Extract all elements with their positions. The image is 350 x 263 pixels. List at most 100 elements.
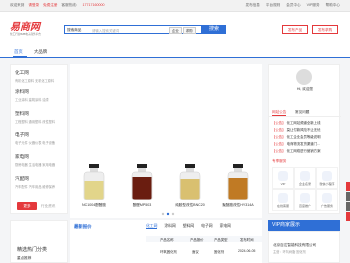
category-sidebar: 化工网 有机化工原料 无机化工原料 涂料网 工业涂料 建筑涂料 油漆 塑料网 工… bbox=[10, 64, 68, 214]
list-item[interactable]: 【公告】化工企业会员等级说明 bbox=[272, 134, 320, 141]
service-vip[interactable]: VIP bbox=[272, 167, 294, 189]
news-title: 化工企业会员等级说明 bbox=[286, 135, 321, 139]
vip-showcase[interactable]: 北京百达智能科技有限公司 主营：环氧树脂 固化剂 bbox=[268, 231, 340, 263]
quote-tab[interactable]: 塑料网 bbox=[183, 224, 194, 228]
search-tab-company[interactable]: 企业 bbox=[169, 27, 182, 34]
news-tag: 【公告】 bbox=[272, 135, 286, 139]
column-header: 产品名称 bbox=[160, 238, 174, 242]
float-feedback-button[interactable] bbox=[346, 202, 350, 211]
category-auto[interactable]: 汽配网 汽车配件 汽车用品 维修保养 bbox=[15, 176, 55, 189]
search-input[interactable]: 请输入搜索关键词 bbox=[92, 28, 119, 33]
latest-quotes: 最新报价 化工网 涂料网 塑料网 电子网 家电网 产品名称 产品报价 产品类型 发布时间… bbox=[70, 220, 262, 263]
category-chemical[interactable]: 化工网 有机化工原料 无机化工原料 bbox=[15, 70, 54, 83]
hot-categories-subtitle: 重点推荐 bbox=[17, 256, 32, 260]
top-link-member[interactable]: 会员中心 bbox=[286, 3, 300, 7]
avatar[interactable] bbox=[296, 69, 312, 85]
search-type-tabs: 企业 求购 bbox=[168, 27, 196, 34]
category-title: 涂料网 bbox=[15, 89, 29, 94]
top-link-publish[interactable]: 发布信息 bbox=[246, 3, 260, 7]
service-promotion[interactable]: 百度推广 bbox=[294, 189, 316, 211]
column-header: 发布时间 bbox=[240, 238, 254, 242]
category-subtitle: 电子元件 仪器仪表 电子设备 bbox=[15, 141, 56, 145]
category-title: 塑料网 bbox=[15, 111, 29, 116]
list-item[interactable]: 【公告】化工网络进行营销方案 bbox=[272, 148, 320, 155]
service-ads[interactable]: 广告服务 bbox=[316, 189, 338, 211]
register-link[interactable]: 免费注册 bbox=[43, 3, 57, 7]
wechat-icon bbox=[322, 171, 332, 181]
service-label: VIP bbox=[280, 182, 286, 186]
banner-product[interactable]: 纯胺型改性BNC20 bbox=[170, 164, 210, 208]
login-link[interactable]: 请登录 bbox=[28, 3, 39, 7]
product-caption: 酚醛MP503 bbox=[132, 203, 152, 207]
vip-company-name: 北京百达智能科技有限公司 bbox=[273, 243, 317, 247]
quote-tabs: 化工网 涂料网 塑料网 电子网 家电网 bbox=[146, 224, 238, 229]
category-title: 电子网 bbox=[15, 132, 29, 137]
category-title: 汽配网 bbox=[15, 176, 29, 181]
search-category-select[interactable]: 搜索商品 bbox=[67, 28, 81, 33]
float-qr-button[interactable] bbox=[346, 192, 350, 201]
float-service-button[interactable] bbox=[346, 182, 350, 191]
service-label: 在线客服 bbox=[276, 204, 289, 208]
notice-tabs: 网站公告 常见问题 bbox=[269, 109, 341, 117]
search-tab-buy[interactable]: 求购 bbox=[182, 27, 196, 34]
megaphone-icon bbox=[300, 193, 310, 203]
service-directory[interactable]: 企业名录 bbox=[294, 167, 316, 189]
service-support[interactable]: 在线客服 bbox=[272, 189, 294, 211]
category-coating[interactable]: 涂料网 工业涂料 建筑涂料 油漆 bbox=[15, 89, 49, 102]
more-link[interactable]: 行业资讯 bbox=[41, 204, 55, 209]
publish-product-button[interactable]: 发布产品 bbox=[282, 25, 308, 34]
list-item[interactable]: 【公告】电商物流发货渠道门... bbox=[272, 141, 320, 148]
quotes-title: 最新报价 bbox=[74, 224, 92, 229]
vip-company-desc: 主营：环氧树脂 固化剂 bbox=[273, 250, 306, 254]
bottle-image bbox=[131, 164, 153, 201]
service-label: 百度推广 bbox=[298, 204, 311, 208]
quote-tab[interactable]: 电子网 bbox=[201, 224, 212, 228]
notice-list: 【公告】化工网站频道全新上线 【公告】莫让付款风险不让无忧 【公告】化工企业会员… bbox=[272, 120, 320, 155]
top-link-rules[interactable]: 平台规则 bbox=[266, 3, 280, 7]
product-banner[interactable]: NC1004酚醛胺 酚醛MP503 纯胺型改性BNC20 聚醚胺改性HY314A bbox=[70, 64, 262, 218]
quote-table-header: 产品名称 产品报价 产品类型 发布时间 bbox=[146, 236, 262, 242]
category-subtitle: 有机化工原料 无机化工原料 bbox=[15, 79, 55, 83]
float-top-button[interactable] bbox=[346, 212, 350, 221]
category-subtitle: 厨房电器 生活电器 家用电器 bbox=[15, 163, 56, 167]
logo-subtitle: 化工行业B2B电子商务平台 bbox=[10, 33, 41, 36]
top-link-vip[interactable]: VIP服务 bbox=[307, 3, 320, 7]
table-row[interactable]: 环氧固化剂 面议 固化剂 2024-06-05 bbox=[146, 248, 262, 254]
top-link-help[interactable]: 帮助中心 bbox=[326, 3, 340, 7]
nav-active-indicator bbox=[13, 56, 27, 58]
site-logo[interactable]: 易商网 化工行业B2B电子商务平台 bbox=[10, 16, 50, 36]
service-miniprogram[interactable]: 微信小程序 bbox=[316, 167, 338, 189]
nav-item-home[interactable]: 首页 bbox=[14, 49, 23, 55]
quote-tab[interactable]: 化工网 bbox=[146, 224, 158, 229]
list-item[interactable]: 【公告】莫让付款风险不让无忧 bbox=[272, 127, 320, 134]
headset-icon bbox=[278, 193, 288, 203]
tab-notice[interactable]: 网站公告 bbox=[272, 110, 287, 116]
ad-icon bbox=[322, 193, 332, 203]
news-title: 莫让付款风险不让无忧 bbox=[286, 128, 321, 132]
tab-faq[interactable]: 常见问题 bbox=[295, 110, 309, 115]
banner-product[interactable]: 聚醚胺改性HY314A bbox=[218, 164, 258, 208]
services-title: 专享服务 bbox=[272, 159, 287, 163]
news-tag: 【公告】 bbox=[272, 128, 286, 132]
vip-icon bbox=[278, 171, 288, 181]
column-header: 产品类型 bbox=[214, 238, 228, 242]
news-title: 化工网络进行营销方案 bbox=[286, 149, 321, 153]
category-plastic[interactable]: 塑料网 工程塑料 通用塑料 改性塑料 bbox=[15, 111, 55, 124]
quote-tab[interactable]: 家电网 bbox=[220, 224, 231, 228]
category-title: 家电网 bbox=[15, 154, 29, 159]
quote-tab[interactable]: 涂料网 bbox=[164, 224, 175, 228]
top-bar: 欢迎来到 请登录 免费注册 客服热线： 17717160000 发布信息 平台规则… bbox=[0, 0, 350, 12]
banner-product[interactable]: 酚醛MP503 bbox=[122, 164, 162, 208]
search-button[interactable]: 搜索 bbox=[202, 25, 226, 34]
top-bar-left: 欢迎来到 请登录 免费注册 客服热线： 17717160000 bbox=[10, 3, 108, 8]
directory-icon bbox=[300, 171, 310, 181]
list-item[interactable]: 【公告】化工网站频道全新上线 bbox=[272, 120, 320, 127]
category-electronic[interactable]: 电子网 电子元件 仪器仪表 电子设备 bbox=[15, 132, 55, 145]
publish-buy-button[interactable]: 发布求购 bbox=[312, 25, 338, 34]
slide-indicator[interactable] bbox=[160, 212, 180, 216]
banner-product[interactable]: NC1004酚醛胺 bbox=[74, 164, 114, 208]
nav-item-brands[interactable]: 大品牌 bbox=[34, 49, 47, 55]
more-categories-button[interactable]: 更多 bbox=[17, 202, 37, 210]
hot-categories-box: 精选热门分类 重点推荐 bbox=[10, 220, 68, 263]
category-appliance[interactable]: 家电网 厨房电器 生活电器 家用电器 bbox=[15, 154, 55, 167]
